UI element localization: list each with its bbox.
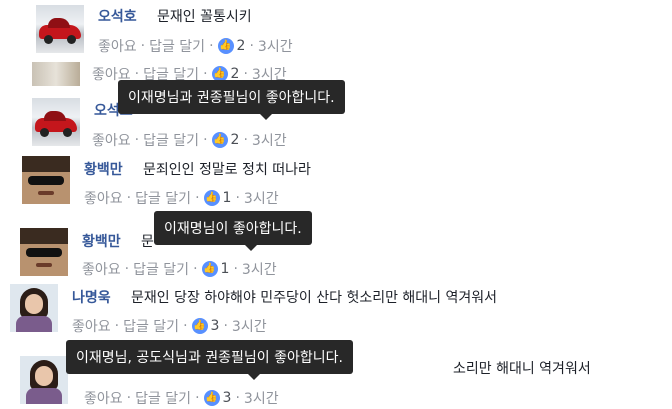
comment-time[interactable]: 3시간: [258, 39, 293, 55]
thumbs-up-icon[interactable]: 👍: [217, 38, 234, 54]
avatar[interactable]: [20, 228, 68, 276]
like-button[interactable]: 좋아요: [98, 39, 137, 55]
comment-text: 문죄인인 정말로 정치 떠나라: [143, 162, 311, 178]
comment-actions: 좋아요 · 답글 달기 · 👍 2 · 3시간: [92, 132, 287, 149]
avatar[interactable]: [36, 5, 84, 53]
like-count[interactable]: 2: [237, 38, 246, 54]
reply-button[interactable]: 답글 달기: [123, 319, 179, 335]
avatar[interactable]: [32, 62, 80, 86]
comment-text: 문: [141, 234, 154, 250]
comment-time[interactable]: 3시간: [252, 133, 287, 149]
reply-button[interactable]: 답글 달기: [135, 191, 191, 207]
reply-button[interactable]: 답글 달기: [143, 133, 199, 149]
reply-button[interactable]: 답글 달기: [133, 262, 189, 278]
reply-button[interactable]: 답글 달기: [135, 391, 191, 407]
comment-actions: 좋아요 · 답글 달기 · 👍 2 · 3시간: [98, 38, 293, 55]
likes-tooltip: 이재명님, 공도식님과 권종필님이 좋아합니다.: [66, 340, 353, 380]
reply-button[interactable]: 답글 달기: [149, 39, 205, 55]
thumbs-up-icon[interactable]: 👍: [201, 261, 218, 277]
like-count[interactable]: 1: [221, 261, 230, 277]
likes-tooltip: 이재명님과 권종필님이 좋아합니다.: [118, 80, 345, 120]
likes-tooltip: 이재명님이 좋아합니다.: [154, 211, 312, 251]
thumbs-up-icon[interactable]: 👍: [203, 190, 220, 206]
comment-text: 소리만 해대니 역겨워서: [453, 361, 591, 377]
comment-text: 문재인 꼴통시키: [157, 9, 252, 25]
comment-author[interactable]: 오석호: [98, 6, 137, 26]
like-button[interactable]: 좋아요: [72, 319, 111, 335]
comment-actions: 좋아요 · 답글 달기 · 👍 3 · 3시간: [72, 318, 267, 335]
avatar[interactable]: [22, 156, 70, 204]
thumbs-up-icon[interactable]: 👍: [191, 318, 208, 334]
comment-author[interactable]: 나명욱: [72, 287, 111, 307]
like-button[interactable]: 좋아요: [84, 191, 123, 207]
comment-time[interactable]: 3시간: [244, 391, 279, 407]
avatar[interactable]: [20, 356, 68, 404]
comment-actions: 좋아요 · 답글 달기 · 👍 1 · 3시간: [84, 190, 279, 207]
like-count[interactable]: 3: [211, 318, 220, 334]
comment-author[interactable]: 황백만: [82, 231, 121, 251]
like-count[interactable]: 1: [223, 190, 232, 206]
avatar[interactable]: [32, 98, 80, 146]
like-count[interactable]: 2: [231, 132, 240, 148]
comment-actions: 좋아요 · 답글 달기 · 👍 3 · 3시간: [84, 390, 279, 407]
comment-text: 문재인 당장 하야해야 민주당이 산다 헛소리만 해대니 역겨워서: [131, 290, 498, 306]
comment-author[interactable]: 황백만: [84, 159, 123, 179]
like-count[interactable]: 3: [223, 390, 232, 406]
comment-time[interactable]: 3시간: [242, 262, 277, 278]
comment-time[interactable]: 3시간: [244, 191, 279, 207]
comment-actions: 좋아요 · 답글 달기 · 👍 1 · 3시간: [82, 261, 277, 278]
thumbs-up-icon[interactable]: 👍: [211, 132, 228, 148]
thumbs-up-icon[interactable]: 👍: [203, 390, 220, 406]
comment-time[interactable]: 3시간: [232, 319, 267, 335]
like-button[interactable]: 좋아요: [82, 262, 121, 278]
avatar[interactable]: [10, 284, 58, 332]
like-button[interactable]: 좋아요: [92, 133, 131, 149]
like-button[interactable]: 좋아요: [84, 391, 123, 407]
